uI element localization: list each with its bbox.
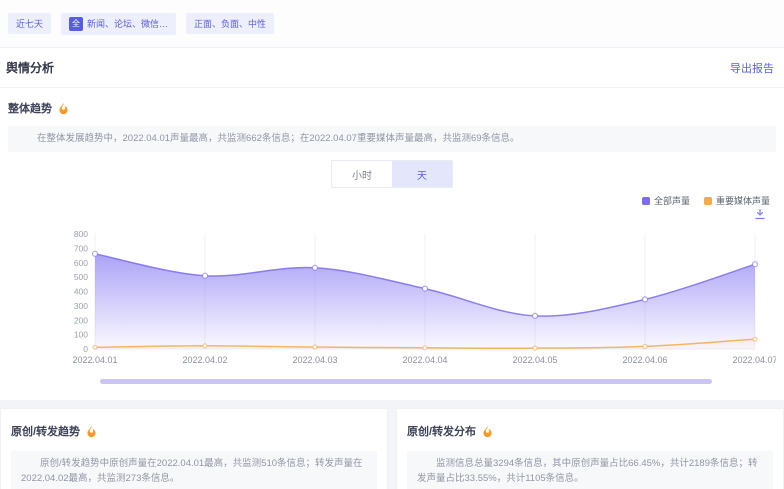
svg-text:300: 300 [74, 301, 88, 311]
svg-text:0: 0 [83, 344, 88, 354]
svg-text:700: 700 [74, 244, 88, 254]
svg-text:800: 800 [74, 229, 88, 239]
svg-text:2022.04.02: 2022.04.02 [182, 355, 227, 365]
hot-flame-icon [85, 425, 98, 438]
source-all-icon: 全 [69, 17, 83, 31]
hot-flame-icon [57, 102, 70, 115]
page-title: 舆情分析 [6, 59, 54, 76]
svg-text:2022.04.01: 2022.04.01 [72, 355, 117, 365]
svg-text:500: 500 [74, 272, 88, 282]
legend-item-total[interactable]: 全部声量 [642, 194, 690, 207]
svg-text:2022.04.04: 2022.04.04 [402, 355, 447, 365]
filter-source-label: 新闻、论坛、微信… [87, 17, 168, 30]
legend-label-media: 重要媒体声量 [716, 194, 770, 207]
legend-dot-total [642, 197, 650, 205]
original-repost-dist-summary: 监测信息总量3294条信息，其中原创声量占比66.45%，共计2189条信息；转… [407, 451, 773, 489]
download-chart-icon[interactable] [754, 207, 766, 219]
svg-text:2022.04.07: 2022.04.07 [732, 355, 776, 365]
original-repost-dist-card: 原创/转发分布 监测信息总量3294条信息，其中原创声量占比66.45%，共计2… [396, 408, 784, 489]
bottom-section: 原创/转发趋势 原创/转发趋势中原创声量在2022.04.01最高，共监测510… [0, 400, 784, 489]
overall-trend-title: 整体趋势 [8, 100, 52, 116]
page-header: 舆情分析 导出报告 [0, 48, 784, 88]
svg-text:400: 400 [74, 287, 88, 297]
filter-bar: 近七天 全 新闻、论坛、微信… 正面、负面、中性 [0, 0, 784, 48]
filter-sentiment-label: 正面、负面、中性 [194, 17, 266, 30]
legend-dot-media [704, 197, 712, 205]
chart-legend: 全部声量 重要媒体声量 [8, 194, 776, 207]
filter-chip-source[interactable]: 全 新闻、论坛、微信… [61, 13, 176, 35]
original-repost-trend-card: 原创/转发趋势 原创/转发趋势中原创声量在2022.04.01最高，共监测510… [0, 408, 388, 489]
filter-chip-sentiment[interactable]: 正面、负面、中性 [186, 13, 274, 34]
granularity-toggle: 小时 天 [331, 160, 453, 188]
filter-time-label: 近七天 [16, 17, 43, 30]
svg-text:2022.04.06: 2022.04.06 [622, 355, 667, 365]
legend-item-media[interactable]: 重要媒体声量 [704, 194, 770, 207]
legend-label-total: 全部声量 [654, 194, 690, 207]
overall-summary: 在整体发展趋势中，2022.04.01声量最高，共监测662条信息；在2022.… [8, 126, 776, 152]
export-report-button[interactable]: 导出报告 [730, 60, 774, 76]
svg-text:200: 200 [74, 316, 88, 326]
datazoom-slider[interactable] [100, 379, 712, 384]
overall-trend-card: 整体趋势 在整体发展趋势中，2022.04.01声量最高，共监测662条信息；在… [0, 88, 784, 400]
svg-text:2022.04.05: 2022.04.05 [512, 355, 557, 365]
hot-flame-icon [481, 425, 494, 438]
original-repost-dist-title: 原创/转发分布 [407, 423, 476, 439]
original-repost-trend-summary: 原创/转发趋势中原创声量在2022.04.01最高，共监测510条信息；转发声量… [11, 451, 377, 489]
svg-text:2022.04.03: 2022.04.03 [292, 355, 337, 365]
original-repost-trend-title: 原创/转发趋势 [11, 423, 80, 439]
svg-text:600: 600 [74, 258, 88, 268]
trend-area-chart[interactable]: 0 100 200 300 400 500 600 700 800 2022.04.01 2022.… [8, 221, 776, 371]
svg-text:100: 100 [74, 330, 88, 340]
toggle-hour-button[interactable]: 小时 [332, 161, 392, 187]
filter-chip-time[interactable]: 近七天 [8, 13, 51, 34]
toggle-day-button[interactable]: 天 [392, 161, 452, 187]
